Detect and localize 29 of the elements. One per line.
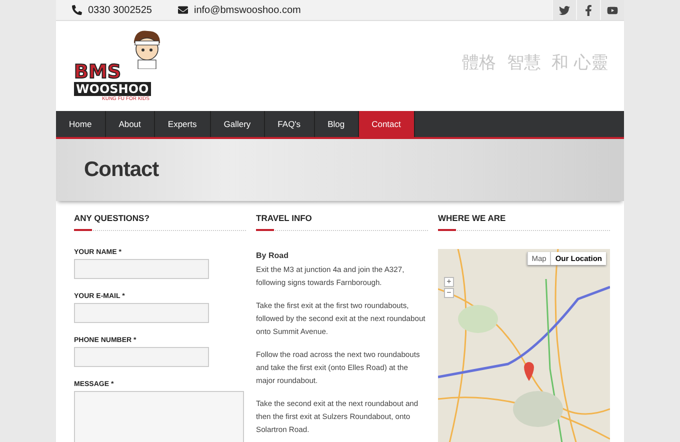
input-field[interactable] xyxy=(74,303,209,323)
section-heading: ANY QUESTIONS? xyxy=(74,213,246,231)
email-address: info@bmswooshoo.com xyxy=(194,4,301,16)
nav-link[interactable]: FAQ's xyxy=(264,111,315,137)
phone-number: 0330 3002525 xyxy=(88,4,152,16)
nav-link[interactable]: Contact xyxy=(358,111,415,137)
bird-icon xyxy=(559,4,570,16)
subheading: By Road xyxy=(256,250,290,262)
nav-link[interactable]: Gallery xyxy=(210,111,265,137)
social-button[interactable] xyxy=(576,0,600,20)
mail-icon xyxy=(178,5,188,15)
nav-link[interactable]: About xyxy=(106,111,155,137)
logo-text: BMS xyxy=(74,62,122,82)
nav-link[interactable]: Experts xyxy=(154,111,211,137)
section-heading: WHERE WE ARE xyxy=(438,213,610,231)
zoom-button[interactable]: − xyxy=(444,288,454,298)
section-heading: TRAVEL INFO xyxy=(256,213,428,231)
facebook-icon xyxy=(583,4,594,16)
logo-text: WOOSHOO xyxy=(74,82,151,96)
social-button[interactable] xyxy=(552,0,576,20)
zoom-button[interactable]: + xyxy=(444,277,454,287)
page-title: Contact xyxy=(84,158,159,182)
nav-link[interactable]: Home xyxy=(56,111,106,137)
motto: 體格 智慧 和 心靈 xyxy=(462,52,608,74)
phone-icon xyxy=(72,5,82,15)
input-field[interactable] xyxy=(74,347,209,367)
youtube-icon xyxy=(607,4,618,16)
input-field[interactable] xyxy=(74,259,209,279)
social-button[interactable] xyxy=(600,0,624,20)
